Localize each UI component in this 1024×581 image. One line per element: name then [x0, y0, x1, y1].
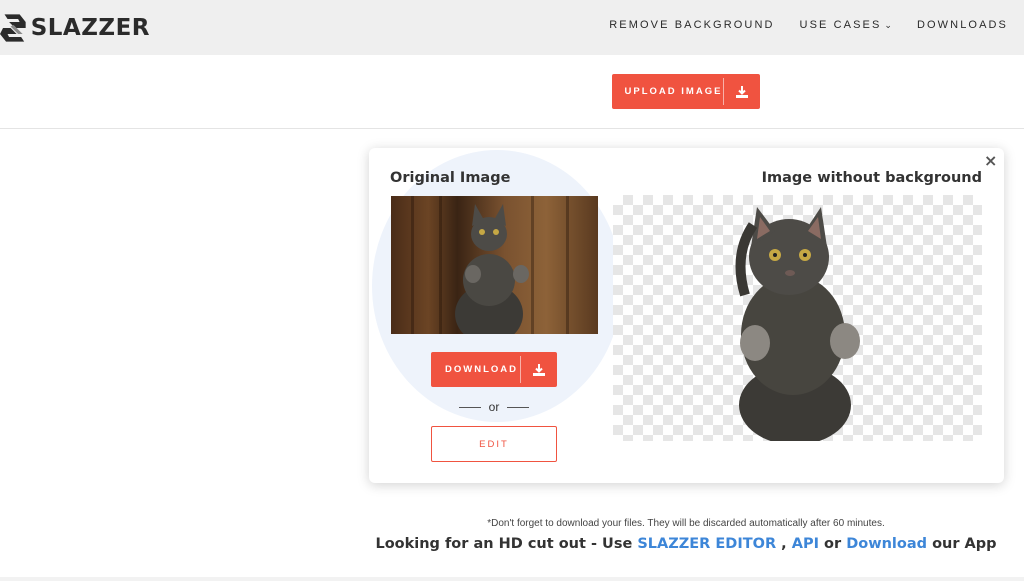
hd-promo-text: Looking for an HD cut out - Use SLAZZER … [0, 536, 1024, 552]
api-link[interactable]: API [792, 536, 819, 552]
or-text: or [488, 400, 500, 414]
nav-downloads-label: DOWNLOADS [916, 19, 1008, 31]
nav-use-cases-label: USE CASES [799, 19, 882, 31]
edit-button[interactable]: EDIT [431, 426, 557, 462]
download-button[interactable]: DOWNLOAD [431, 352, 557, 387]
promo-suffix: our App [927, 536, 997, 552]
download-tray-icon [521, 363, 557, 376]
slazzer-logo-icon [0, 14, 26, 42]
divider-line [507, 406, 530, 408]
promo-prefix: Looking for an HD cut out - Use [375, 536, 638, 552]
nav-downloads[interactable]: DOWNLOADS [917, 19, 1008, 31]
main-nav: REMOVE BACKGROUND USE CASES ⌄ DOWNLOADS [609, 19, 1008, 31]
upload-image-button[interactable]: UPLOAD IMAGE [612, 74, 760, 109]
top-navbar: SLAZZER REMOVE BACKGROUND USE CASES ⌄ DOW… [0, 0, 1024, 55]
or-divider: or [459, 400, 530, 414]
nav-remove-background-label: REMOVE BACKGROUND [609, 19, 775, 31]
divider-line [459, 406, 481, 408]
original-image [391, 196, 598, 334]
discard-notice: *Don't forget to download your files. Th… [487, 518, 885, 529]
edit-label: EDIT [479, 438, 509, 450]
transparent-preview [613, 195, 982, 441]
nav-remove-background[interactable]: REMOVE BACKGROUND [609, 19, 774, 31]
original-image-heading: Original Image [390, 170, 511, 186]
nav-use-cases[interactable]: USE CASES ⌄ [800, 19, 892, 31]
upload-image-label: UPLOAD IMAGE [624, 86, 723, 97]
download-tray-icon [724, 85, 760, 98]
logo-text: SLAZZER [30, 15, 150, 41]
brand-logo[interactable]: SLAZZER [0, 6, 150, 50]
chevron-down-icon: ⌄ [884, 20, 892, 30]
promo-or: or [818, 536, 847, 552]
cat-photo-icon [455, 204, 529, 334]
slazzer-editor-link[interactable]: SLAZZER EDITOR [637, 536, 776, 552]
bottom-border [0, 577, 1024, 581]
download-label: DOWNLOAD [445, 364, 518, 375]
no-background-heading: Image without background [761, 170, 982, 186]
upload-section [0, 55, 1024, 129]
download-app-link[interactable]: Download [846, 536, 927, 552]
cat-cutout-icon [735, 207, 860, 441]
promo-comma: , [776, 536, 792, 552]
close-icon[interactable]: × [984, 151, 997, 170]
